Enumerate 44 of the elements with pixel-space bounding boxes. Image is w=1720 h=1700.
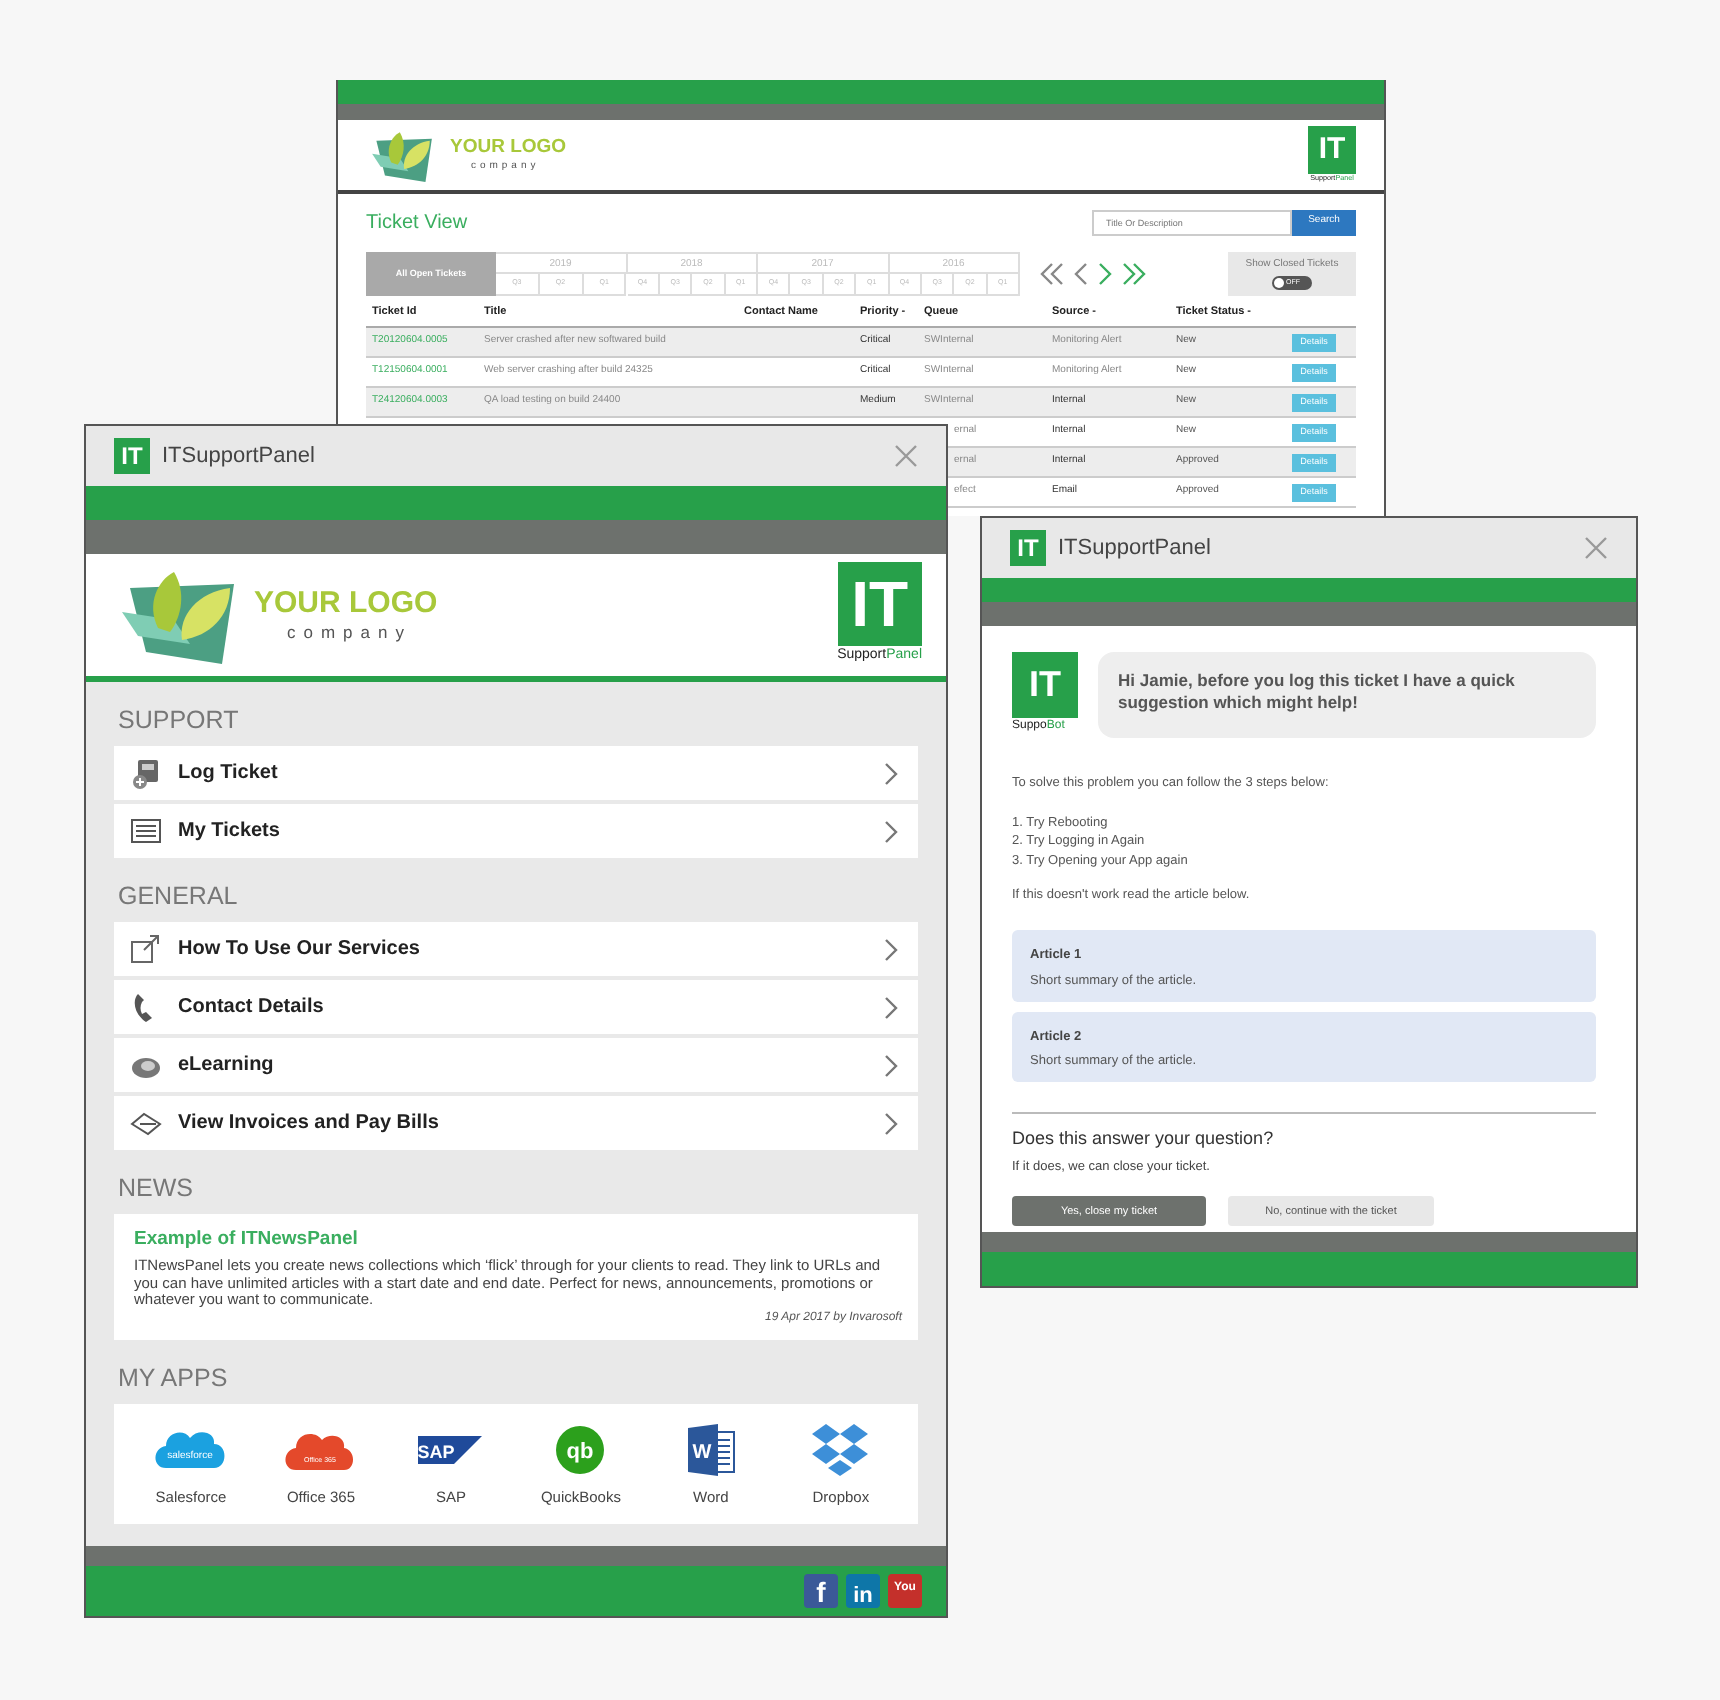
logo-name: YOUR LOGO: [254, 588, 438, 619]
previous-icon[interactable]: [1074, 262, 1088, 286]
window-title: ITSupportPanel: [1058, 533, 1213, 564]
brand-mark: IT: [837, 562, 922, 647]
chevron-icon[interactable]: [884, 761, 898, 785]
logo-icon: [370, 129, 434, 181]
menu-item[interactable]: View Invoices and Pay Bills: [114, 1096, 918, 1150]
brand-mark: IT: [1308, 125, 1356, 174]
app-icon: IT: [1010, 530, 1046, 566]
close-icon[interactable]: [1584, 536, 1608, 560]
chevron-icon[interactable]: [884, 937, 898, 961]
news-title[interactable]: Example of ITNewsPanel: [134, 1226, 902, 1255]
diamond-icon: [130, 1107, 162, 1139]
chevron-icon[interactable]: [884, 819, 898, 843]
next-icon[interactable]: [1098, 262, 1112, 286]
menu-item[interactable]: Log Ticket: [114, 746, 918, 800]
section-heading: SUPPORT: [116, 704, 241, 738]
chevron-icon[interactable]: [884, 995, 898, 1019]
first-page-icon[interactable]: [1040, 262, 1064, 286]
list-icon: [130, 815, 162, 847]
section-heading: MY APPS: [116, 1361, 230, 1396]
logo-name: YOUR LOGO: [450, 137, 567, 157]
logo-tagline: company: [285, 624, 414, 642]
linkedin-icon[interactable]: in: [846, 1574, 880, 1608]
ticket-icon: [130, 757, 162, 789]
logo-icon: [118, 567, 238, 663]
section-title: Ticket View: [366, 209, 468, 237]
menu-item[interactable]: My Tickets: [114, 804, 918, 858]
chevron-icon[interactable]: [884, 1053, 898, 1077]
last-page-icon[interactable]: [1122, 262, 1146, 286]
section-heading: NEWS: [116, 1172, 195, 1206]
external-link-icon: [130, 933, 162, 965]
bot-avatar: IT: [1012, 652, 1078, 718]
section-heading: GENERAL: [116, 880, 240, 914]
chat-bubble: Hi Jamie, before you log this ticket I have a quick suggestion which might help!: [1098, 652, 1596, 738]
facebook-icon[interactable]: f: [804, 1574, 838, 1608]
menu-item[interactable]: eLearning: [114, 1038, 918, 1092]
question-text: Does this answer your question?: [1012, 1126, 1276, 1152]
app-icon: IT: [114, 438, 150, 474]
close-icon[interactable]: [894, 444, 918, 468]
chevron-icon[interactable]: [884, 1111, 898, 1135]
window-title: ITSupportPanel: [162, 441, 317, 472]
menu-item[interactable]: How To Use Our Services: [114, 922, 918, 976]
menu-item[interactable]: Contact Details: [114, 980, 918, 1034]
